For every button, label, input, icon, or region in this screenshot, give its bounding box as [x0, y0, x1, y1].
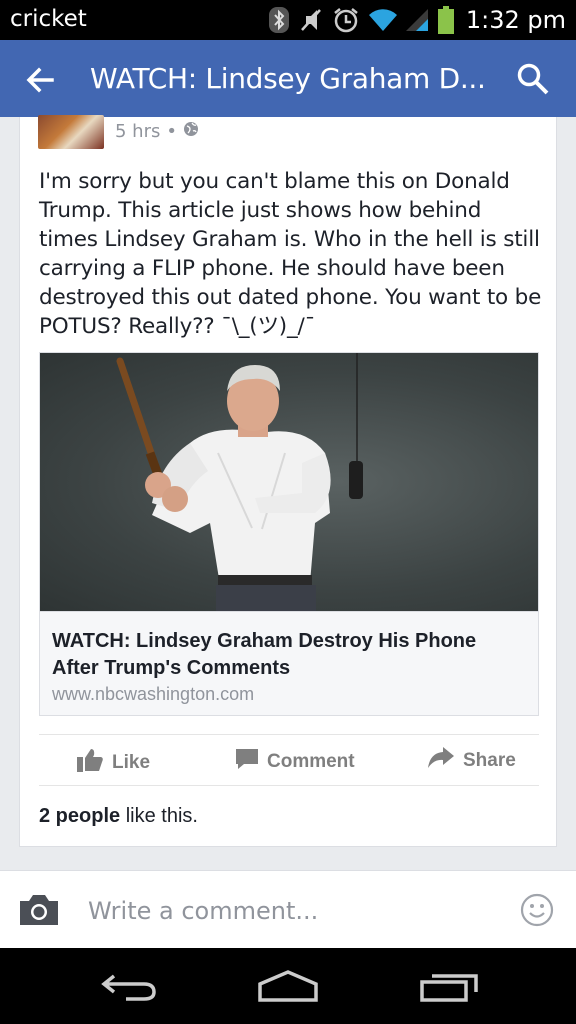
signal-icon	[405, 7, 430, 33]
system-nav-bar	[0, 948, 576, 1024]
avatar[interactable]	[38, 115, 104, 149]
smiley-icon[interactable]	[520, 893, 554, 927]
like-label: Like	[112, 752, 151, 773]
status-bar: cricket 1:32 pm	[0, 0, 576, 40]
comment-button[interactable]: Comment	[235, 747, 355, 777]
status-icons: 1:32 pm	[268, 5, 566, 35]
likes-suffix: like this.	[120, 805, 198, 827]
action-bar: Like Comment Share	[39, 734, 539, 786]
page-title: WATCH: Lindsey Graham D...	[90, 62, 486, 95]
comment-label: Comment	[267, 751, 355, 772]
app-bar: WATCH: Lindsey Graham D...	[0, 40, 576, 117]
likes-count: 2 people	[39, 805, 121, 827]
back-arrow-icon[interactable]	[22, 62, 58, 98]
share-arrow-icon	[427, 747, 455, 775]
camera-icon[interactable]	[18, 893, 60, 927]
mute-icon	[298, 6, 324, 34]
link-preview[interactable]: WATCH: Lindsey Graham Destroy His Phone …	[39, 352, 539, 716]
globe-icon	[183, 121, 199, 142]
battery-icon	[437, 6, 454, 34]
link-image	[40, 353, 538, 611]
link-domain: www.nbcwashington.com	[52, 684, 255, 704]
bluetooth-icon	[268, 6, 290, 34]
likes-summary[interactable]: 2 people like this.	[39, 805, 198, 828]
carrier-name: cricket	[10, 6, 87, 32]
meta-separator: •	[166, 121, 177, 142]
comment-input[interactable]	[88, 891, 488, 931]
wifi-icon	[368, 7, 398, 33]
clock: 1:32 pm	[465, 6, 566, 34]
thumbs-up-icon	[76, 747, 104, 779]
comment-composer	[0, 870, 576, 948]
search-icon[interactable]	[516, 62, 550, 96]
post-meta: 5 hrs •	[115, 121, 199, 142]
post-time[interactable]: 5 hrs	[115, 121, 160, 142]
post-card: 5 hrs • I'm sorry but you can't blame th…	[19, 115, 557, 847]
link-title[interactable]: WATCH: Lindsey Graham Destroy His Phone …	[52, 628, 522, 682]
alarm-icon	[332, 6, 360, 34]
share-label: Share	[463, 750, 516, 771]
back-nav-icon[interactable]	[100, 970, 158, 1007]
like-button[interactable]: Like	[76, 747, 150, 779]
link-caption: WATCH: Lindsey Graham Destroy His Phone …	[40, 611, 538, 715]
comment-icon	[235, 747, 259, 777]
home-nav-icon[interactable]	[257, 970, 319, 1007]
share-button[interactable]: Share	[427, 747, 516, 775]
recents-nav-icon[interactable]	[420, 970, 480, 1007]
post-text: I'm sorry but you can't blame this on Do…	[39, 169, 542, 339]
